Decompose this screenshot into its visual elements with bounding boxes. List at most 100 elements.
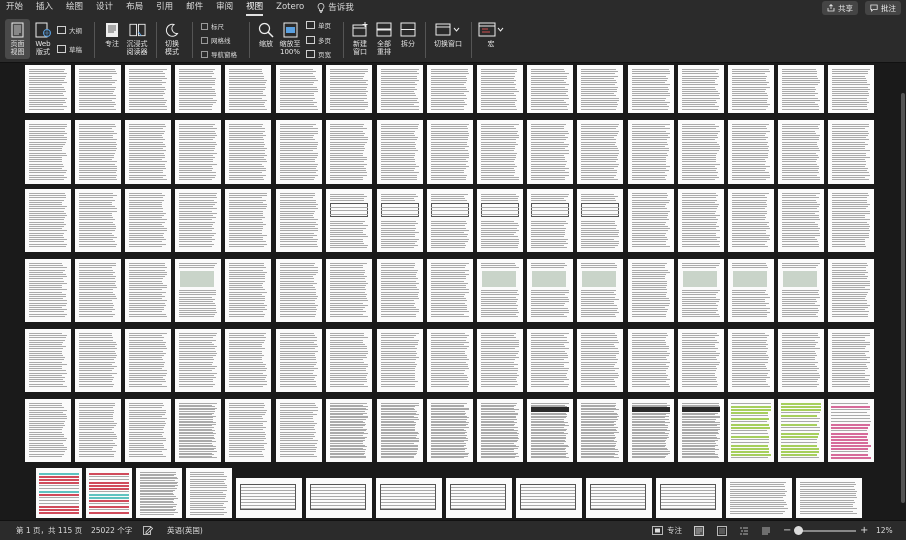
page-thumbnail[interactable]: [36, 468, 82, 518]
page-thumbnail[interactable]: [728, 329, 774, 392]
page-thumbnail[interactable]: [225, 329, 271, 392]
page-thumbnail[interactable]: [477, 65, 523, 113]
web-layout-view-icon[interactable]: [717, 525, 727, 536]
page-thumbnail[interactable]: [25, 189, 71, 252]
page-thumbnail[interactable]: [527, 120, 573, 184]
draft-button[interactable]: 草稿: [57, 44, 82, 54]
scrollbar-thumb[interactable]: [901, 93, 905, 503]
tab-view[interactable]: 视图: [246, 0, 264, 16]
page-thumbnail[interactable]: [427, 399, 473, 462]
page-thumbnail[interactable]: [778, 189, 824, 252]
page-thumbnail[interactable]: [577, 259, 623, 322]
page-thumbnail[interactable]: [477, 329, 523, 392]
page-thumbnail[interactable]: [25, 399, 71, 462]
page-thumbnail[interactable]: [175, 399, 221, 462]
comments-button[interactable]: 批注: [865, 1, 901, 15]
page-thumbnail[interactable]: [446, 478, 512, 518]
page-thumbnail[interactable]: [828, 65, 874, 113]
page-thumbnail[interactable]: [25, 120, 71, 184]
page-thumbnail[interactable]: [577, 65, 623, 113]
page-thumbnail[interactable]: [427, 189, 473, 252]
page-thumbnail[interactable]: [726, 478, 792, 518]
page-thumbnail[interactable]: [728, 189, 774, 252]
page-thumbnail[interactable]: [586, 478, 652, 518]
page-thumbnail[interactable]: [656, 478, 722, 518]
zoom-slider[interactable]: [796, 530, 856, 532]
page-thumbnail[interactable]: [427, 259, 473, 322]
page-thumbnail[interactable]: [516, 478, 582, 518]
toggle-mode-button[interactable]: 切换 模式: [160, 21, 184, 56]
page-thumbnail[interactable]: [828, 259, 874, 322]
page-thumbnail[interactable]: [477, 259, 523, 322]
page-thumbnail[interactable]: [326, 329, 372, 392]
page-count[interactable]: 第 1 页，共 115 页: [16, 525, 82, 536]
page-thumbnail[interactable]: [828, 189, 874, 252]
tab-draw[interactable]: 绘图: [66, 0, 83, 16]
page-thumbnail[interactable]: [75, 189, 121, 252]
print-layout-view-icon[interactable]: [694, 525, 704, 536]
page-thumbnail[interactable]: [175, 259, 221, 322]
page-thumbnail[interactable]: [678, 189, 724, 252]
page-thumbnail[interactable]: [427, 329, 473, 392]
web-layout-button[interactable]: Web 版式: [32, 21, 54, 56]
switch-window-button[interactable]: 切换窗口: [431, 21, 465, 48]
page-thumbnail[interactable]: [377, 120, 423, 184]
tab-insert[interactable]: 插入: [36, 0, 53, 16]
page-thumbnail[interactable]: [778, 259, 824, 322]
zoom-button[interactable]: 缩放: [254, 21, 278, 48]
page-thumbnail[interactable]: [477, 120, 523, 184]
page-thumbnail[interactable]: [628, 120, 674, 184]
tab-home[interactable]: 开始: [6, 0, 23, 16]
page-thumbnail[interactable]: [175, 120, 221, 184]
page-thumbnail[interactable]: [728, 399, 774, 462]
tab-design[interactable]: 设计: [96, 0, 113, 16]
page-thumbnail[interactable]: [75, 329, 121, 392]
page-thumbnail[interactable]: [276, 329, 322, 392]
page-thumbnail[interactable]: [678, 120, 724, 184]
page-thumbnail[interactable]: [186, 468, 232, 518]
page-thumbnail[interactable]: [577, 399, 623, 462]
page-thumbnail[interactable]: [778, 399, 824, 462]
page-thumbnail[interactable]: [326, 189, 372, 252]
tell-me-box[interactable]: 告诉我: [317, 0, 354, 16]
page-thumbnail[interactable]: [326, 399, 372, 462]
page-thumbnail[interactable]: [577, 329, 623, 392]
page-thumbnail[interactable]: [477, 399, 523, 462]
split-button[interactable]: 拆分: [397, 21, 419, 48]
page-thumbnail[interactable]: [527, 259, 573, 322]
new-window-button[interactable]: 新建 窗口: [349, 21, 371, 56]
page-thumbnail[interactable]: [678, 259, 724, 322]
page-thumbnail[interactable]: [628, 189, 674, 252]
page-thumbnail[interactable]: [628, 259, 674, 322]
focus-mode-button[interactable]: 专注: [652, 525, 682, 536]
page-thumbnail[interactable]: [75, 120, 121, 184]
page-thumbnail[interactable]: [276, 65, 322, 113]
page-thumbnail[interactable]: [728, 259, 774, 322]
page-thumbnail[interactable]: [75, 399, 121, 462]
word-count[interactable]: 25022 个字: [91, 525, 132, 536]
vertical-scrollbar[interactable]: [900, 63, 906, 520]
page-width-button[interactable]: 页宽: [306, 49, 331, 59]
gridlines-checkbox[interactable]: 网格线: [201, 35, 231, 45]
macros-button[interactable]: 宏: [477, 21, 505, 48]
ruler-checkbox[interactable]: 标尺: [201, 21, 224, 31]
page-thumbnail[interactable]: [125, 259, 171, 322]
page-thumbnail[interactable]: [577, 189, 623, 252]
focus-button[interactable]: 专注: [100, 21, 124, 48]
immersive-reader-button[interactable]: 沉浸式 阅读器: [124, 21, 150, 56]
page-thumbnail[interactable]: [728, 120, 774, 184]
page-thumbnail[interactable]: [25, 259, 71, 322]
page-thumbnail[interactable]: [306, 478, 372, 518]
page-thumbnail[interactable]: [225, 189, 271, 252]
draft-view-icon[interactable]: [761, 526, 771, 536]
page-thumbnail[interactable]: [377, 399, 423, 462]
zoom-out-icon[interactable]: −: [783, 525, 791, 536]
page-thumbnail[interactable]: [527, 189, 573, 252]
page-thumbnail[interactable]: [778, 65, 824, 113]
page-thumbnail[interactable]: [125, 329, 171, 392]
page-thumbnail[interactable]: [25, 65, 71, 113]
page-thumbnail[interactable]: [628, 399, 674, 462]
page-thumbnail[interactable]: [477, 189, 523, 252]
page-thumbnail[interactable]: [778, 329, 824, 392]
language-label[interactable]: 英语(英国): [167, 525, 203, 536]
